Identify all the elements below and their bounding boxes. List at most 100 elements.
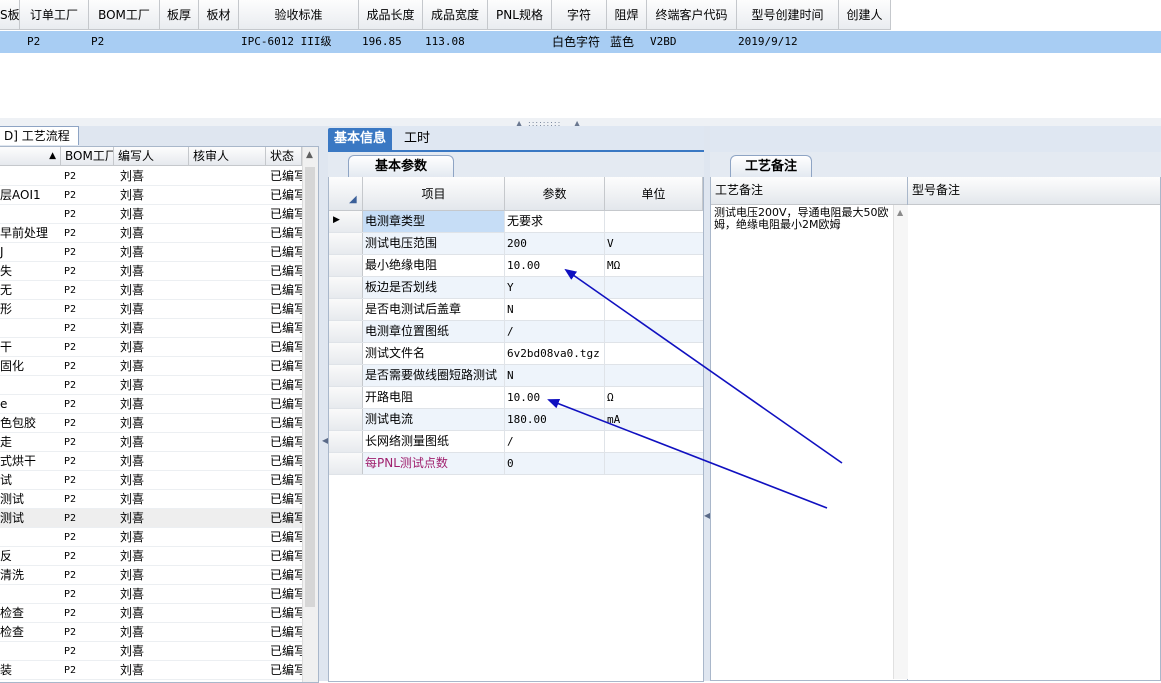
process-row[interactable]: 干 P2 刘喜 已编写 xyxy=(0,338,302,357)
col-header-width[interactable]: 成品宽度 xyxy=(423,0,488,30)
process-row[interactable]: 走 P2 刘喜 已编写 xyxy=(0,433,302,452)
remark-scroll-up-icon[interactable]: ▲ xyxy=(897,208,903,217)
col-header-thickness[interactable]: 板厚 xyxy=(160,0,199,30)
process-row[interactable]: 形 P2 刘喜 已编写 xyxy=(0,300,302,319)
col-header-bom-factory[interactable]: BOM工厂 xyxy=(89,0,160,30)
process-row[interactable]: 反 P2 刘喜 已编写 xyxy=(0,547,302,566)
param-row[interactable]: 测试电流 180.00 mA xyxy=(329,409,703,431)
process-remark-box[interactable]: 工艺备注 测试电压200V，导通电阻最大50欧姆，绝缘电阻最小2M欧姆 ▲ xyxy=(710,177,908,681)
model-remark-box[interactable]: 型号备注 xyxy=(908,177,1161,681)
param-row[interactable]: 最小绝缘电阻 10.00 MΩ xyxy=(329,255,703,277)
param-value-cell[interactable]: 6v2bd08va0.tgz xyxy=(505,343,605,364)
param-value-cell[interactable]: 无要求 xyxy=(505,211,605,232)
param-value-cell[interactable]: Y xyxy=(505,277,605,298)
row-indicator[interactable] xyxy=(329,321,363,342)
param-value-cell[interactable]: 180.00 xyxy=(505,409,605,430)
row-indicator[interactable] xyxy=(329,387,363,408)
row-indicator[interactable] xyxy=(329,365,363,386)
scroll-up-icon[interactable]: ▲ xyxy=(306,150,313,160)
process-row[interactable]: 检查 P2 刘喜 已编写 xyxy=(0,623,302,642)
process-row[interactable]: e P2 刘喜 已编写 xyxy=(0,395,302,414)
param-row[interactable]: 测试文件名 6v2bd08va0.tgz xyxy=(329,343,703,365)
remark-scrollbar[interactable]: ▲ xyxy=(893,205,908,679)
col-header-reviewer[interactable]: 核审人 xyxy=(189,147,266,166)
process-row[interactable]: 固化 P2 刘喜 已编写 xyxy=(0,357,302,376)
process-row[interactable]: 试 P2 刘喜 已编写 xyxy=(0,471,302,490)
param-row[interactable]: 测试电压范围 200 V xyxy=(329,233,703,255)
col-header-pnl-spec[interactable]: PNL规格 xyxy=(488,0,552,30)
process-row[interactable]: 早前处理 P2 刘喜 已编写 xyxy=(0,224,302,243)
row-indicator[interactable] xyxy=(329,409,363,430)
process-row[interactable]: P2 刘喜 已编写 xyxy=(0,585,302,604)
process-grid-scrollbar[interactable]: ▲ xyxy=(302,147,318,682)
param-row[interactable]: 是否需要做线圈短路测试 N xyxy=(329,365,703,387)
process-row[interactable]: 测试 P2 刘喜 已编写 xyxy=(0,490,302,509)
process-row[interactable]: P2 刘喜 已编写 xyxy=(0,167,302,186)
row-indicator[interactable] xyxy=(329,277,363,298)
col-header-board[interactable]: S板 xyxy=(0,0,20,30)
col-header-creator[interactable]: 创建人 xyxy=(839,0,891,30)
row-indicator[interactable] xyxy=(329,299,363,320)
process-row[interactable]: P2 刘喜 已编写 xyxy=(0,642,302,661)
param-value-cell[interactable]: / xyxy=(505,321,605,342)
row-indicator[interactable] xyxy=(329,343,363,364)
row-indicator[interactable] xyxy=(329,255,363,276)
col-header-status[interactable]: 状态 xyxy=(266,147,302,166)
col-header-value[interactable]: 参数 xyxy=(505,177,605,211)
param-row[interactable]: 长网络测量图纸 / xyxy=(329,431,703,453)
param-value-cell[interactable]: 10.00 xyxy=(505,255,605,276)
row-indicator[interactable] xyxy=(329,453,363,474)
process-row[interactable]: P2 刘喜 已编写 xyxy=(0,376,302,395)
col-header-unit[interactable]: 单位 xyxy=(605,177,703,211)
param-value-cell[interactable]: N xyxy=(505,299,605,320)
row-indicator[interactable]: ▶ xyxy=(329,211,363,232)
col-header-customer-code[interactable]: 终端客户代码 xyxy=(647,0,737,30)
param-row[interactable]: 电测章位置图纸 / xyxy=(329,321,703,343)
col-header-silkscreen[interactable]: 字符 xyxy=(552,0,607,30)
process-row[interactable]: 失 P2 刘喜 已编写 xyxy=(0,262,302,281)
tab-work-hours[interactable]: 工时 xyxy=(398,128,436,150)
process-row[interactable]: 清洗 P2 刘喜 已编写 xyxy=(0,566,302,585)
process-row[interactable]: 无 P2 刘喜 已编写 xyxy=(0,281,302,300)
col-header-solder-mask[interactable]: 阻焊 xyxy=(607,0,647,30)
process-row[interactable]: 层AOI1 P2 刘喜 已编写 xyxy=(0,186,302,205)
row-indicator[interactable] xyxy=(329,431,363,452)
col-header-item[interactable]: 项目 xyxy=(363,177,505,211)
top-grid-selected-row[interactable]: P2 P2 IPC-6012 III级 196.85 113.08 白色字符 蓝… xyxy=(0,31,1161,53)
horizontal-splitter[interactable]: ▲ ::::::::: ▲ xyxy=(0,118,1161,128)
param-row[interactable]: ▶ 电测章类型 无要求 xyxy=(329,211,703,233)
process-row[interactable]: P2 刘喜 已编写 xyxy=(0,319,302,338)
col-header-bom-factory-left[interactable]: BOM工厂 xyxy=(61,147,114,166)
scrollbar-thumb[interactable] xyxy=(305,167,315,607)
tab-basic-params[interactable]: 基本参数 xyxy=(348,155,454,178)
param-value-cell[interactable]: 0 xyxy=(505,453,605,474)
param-row[interactable]: 板边是否划线 Y xyxy=(329,277,703,299)
param-value-cell[interactable]: / xyxy=(505,431,605,452)
process-row[interactable]: 检查 P2 刘喜 已编写 xyxy=(0,604,302,623)
tab-basic-info[interactable]: 基本信息 xyxy=(328,128,393,150)
process-row[interactable]: P2 刘喜 已编写 xyxy=(0,205,302,224)
col-header-order-factory[interactable]: 订单工厂 xyxy=(20,0,89,30)
process-row[interactable]: J P2 刘喜 已编写 xyxy=(0,243,302,262)
param-value-cell[interactable]: N xyxy=(505,365,605,386)
col-header-writer[interactable]: 编写人 xyxy=(114,147,189,166)
tab-process-flow[interactable]: D] 工艺流程 xyxy=(0,126,79,145)
param-row[interactable]: 是否电测试后盖章 N xyxy=(329,299,703,321)
process-row[interactable]: 测试 P2 刘喜 已编写 xyxy=(0,509,302,528)
param-value-cell[interactable]: 10.00 xyxy=(505,387,605,408)
col-header-process[interactable]: ▲ xyxy=(0,147,61,166)
process-factory-cell: P2 xyxy=(64,247,77,258)
col-header-length[interactable]: 成品长度 xyxy=(359,0,423,30)
process-row[interactable]: P2 刘喜 已编写 xyxy=(0,528,302,547)
process-row[interactable]: 色包胶 P2 刘喜 已编写 xyxy=(0,414,302,433)
process-row[interactable]: 式烘干 P2 刘喜 已编写 xyxy=(0,452,302,471)
param-value-cell[interactable]: 200 xyxy=(505,233,605,254)
tab-process-remarks[interactable]: 工艺备注 xyxy=(730,155,812,178)
col-header-acceptance[interactable]: 验收标准 xyxy=(239,0,359,30)
param-row[interactable]: 开路电阻 10.00 Ω xyxy=(329,387,703,409)
col-header-created-time[interactable]: 型号创建时间 xyxy=(737,0,839,30)
process-row[interactable]: 装 P2 刘喜 已编写 xyxy=(0,661,302,680)
row-indicator[interactable] xyxy=(329,233,363,254)
col-header-material[interactable]: 板材 xyxy=(199,0,239,30)
param-row[interactable]: 每PNL测试点数 0 xyxy=(329,453,703,475)
